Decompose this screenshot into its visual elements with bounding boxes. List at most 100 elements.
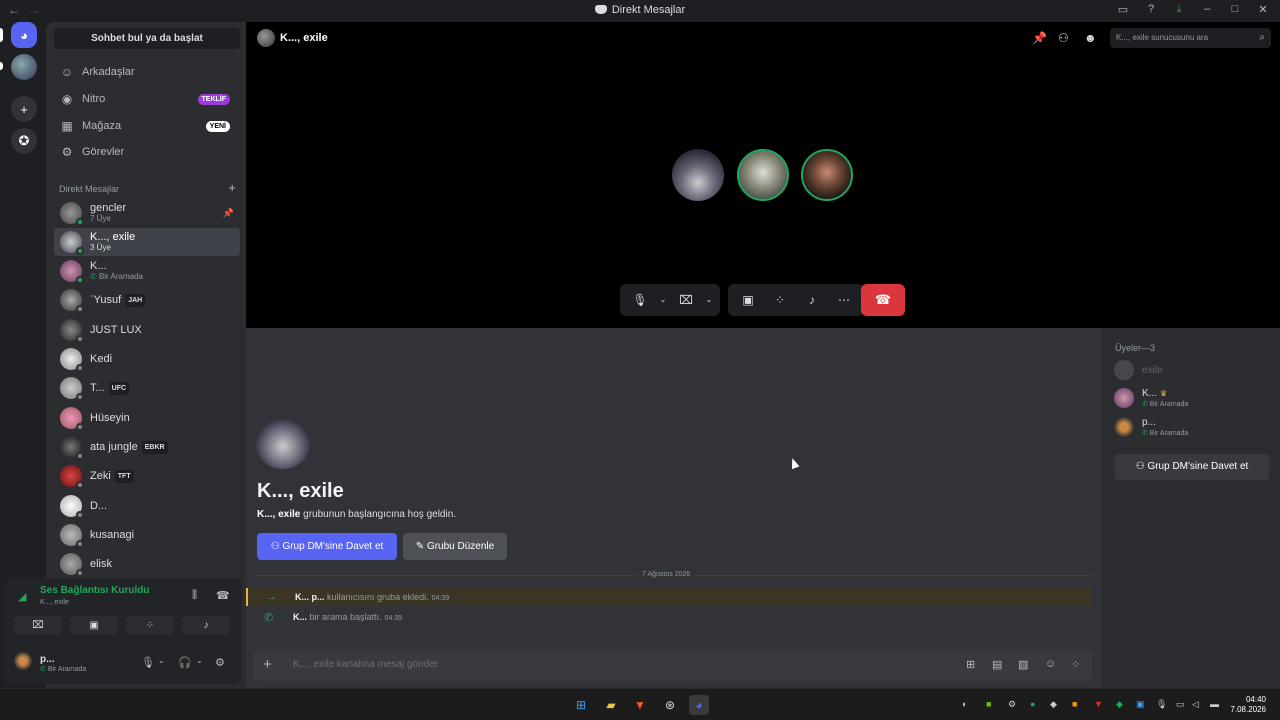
maximize-icon[interactable]: □ [1228, 3, 1242, 16]
inbox-icon[interactable]: ▭ [1116, 3, 1130, 16]
discord-app-icon[interactable]: ◕ [689, 695, 709, 715]
dm-item-ata-jungle[interactable]: ata jungle EBKR [54, 433, 240, 461]
chatgpt-app-icon[interactable]: ⊛ [660, 695, 680, 715]
help-icon[interactable]: ? [1144, 3, 1158, 16]
nav-friends[interactable]: ☺ Arkadaşlar [54, 60, 240, 84]
camera-button[interactable]: ⌧ [14, 616, 62, 635]
emoji-icon[interactable]: ☺ [1045, 658, 1056, 670]
dm-item-zeki[interactable]: Zeki TFT [54, 462, 240, 490]
tray-app-icon[interactable]: ⚙ [1008, 699, 1016, 710]
dm-item-kusanagi[interactable]: kusanagi [54, 521, 240, 549]
nav-shop[interactable]: ▦ Mağaza YENİ [54, 114, 240, 138]
clock[interactable]: 04:40 7.08.2026 [1230, 695, 1266, 715]
nav-nitro[interactable]: ◉ Nitro TEKLİF [54, 87, 240, 111]
download-icon[interactable]: ⤓ [1172, 3, 1186, 16]
screen-share-button[interactable]: ▣ [70, 616, 118, 635]
dm-item-d[interactable]: D... [54, 492, 240, 520]
soundboard-icon[interactable]: ♪ [796, 284, 828, 316]
member-item[interactable]: exile [1112, 356, 1276, 384]
chevron-down-icon[interactable]: ⌄ [656, 284, 670, 316]
nvidia-icon[interactable]: ■ [986, 699, 991, 709]
tray-app-icon[interactable]: ▼ [1094, 699, 1103, 709]
tray-app-icon[interactable]: ● [1030, 699, 1035, 709]
dm-item-elisk[interactable]: elisk [54, 550, 240, 578]
settings-gear-icon[interactable]: ⚙ [215, 656, 225, 669]
microphone-icon[interactable]: 🎙 [624, 284, 656, 316]
tray-app-icon[interactable]: ◐ [962, 699, 967, 709]
pin-icon[interactable]: 📌 [223, 208, 234, 219]
avatar [60, 202, 84, 226]
edit-group-button[interactable]: ✎ Grubu Düzenle [403, 533, 507, 560]
nav-quests[interactable]: ⚙ Görevler [54, 140, 240, 164]
participant-tile[interactable] [672, 149, 724, 201]
headphones-icon[interactable]: 🎧 [178, 656, 192, 669]
participant-tile[interactable] [737, 149, 789, 201]
close-icon[interactable]: ✕ [1256, 3, 1270, 16]
activities-button[interactable]: ⁘ [126, 616, 174, 635]
gift-icon[interactable]: ⊞ [966, 658, 975, 671]
invite-to-group-button[interactable]: ⚇ Grup DM'sine Davet et [1115, 454, 1269, 480]
avatar [60, 553, 84, 577]
create-dm-icon[interactable]: + [228, 180, 236, 195]
tray-app-icon[interactable]: ◆ [1116, 699, 1123, 710]
member-item[interactable]: p... Bir Aramada [1112, 413, 1276, 441]
more-options-icon[interactable]: ⋯ [828, 284, 860, 316]
attach-plus-icon[interactable]: + [263, 656, 272, 673]
unread-pill [0, 62, 3, 70]
dm-item-just-lux[interactable]: JUST LUX [54, 316, 240, 344]
volume-icon[interactable]: ◁ [1192, 699, 1199, 710]
chevron-down-icon[interactable]: ⌄ [158, 656, 165, 665]
message-input[interactable]: K..., exile kanalına mesaj gönder [293, 659, 438, 670]
add-friends-to-dm-icon[interactable]: ⚇ [1058, 31, 1069, 45]
tray-app-icon[interactable]: ▣ [1136, 699, 1145, 710]
network-icon[interactable]: ▭ [1176, 699, 1185, 710]
invite-to-group-button[interactable]: ⚇ Grup DM'sine Davet et [257, 533, 397, 560]
disconnect-icon[interactable]: ☎ [216, 589, 230, 602]
search-icon: ⌕ [1259, 32, 1265, 43]
member-item[interactable]: K...♛ Bir Aramada [1112, 384, 1276, 412]
minimize-icon[interactable]: – [1200, 3, 1214, 16]
gif-icon[interactable]: ▤ [992, 658, 1002, 671]
search-input[interactable]: K..., exile sunucusunu ara ⌕ [1110, 28, 1271, 48]
chevron-down-icon[interactable]: ⌄ [702, 284, 716, 316]
direct-messages-home-button[interactable]: ◕ [11, 22, 37, 48]
dm-item-yusuf[interactable]: ʿYusuf JAH [54, 286, 240, 314]
voice-status[interactable]: Ses Bağlantısı Kuruldu [40, 585, 149, 596]
pinned-messages-icon[interactable]: 📌 [1032, 31, 1047, 45]
file-explorer-icon[interactable]: ▰ [601, 695, 621, 715]
hang-up-button[interactable]: ☎ [861, 284, 905, 316]
message-composer[interactable]: + K..., exile kanalına mesaj gönder ⊞ ▤ … [253, 649, 1092, 681]
sticker-icon[interactable]: ▧ [1018, 658, 1028, 671]
server-icon[interactable] [11, 54, 37, 80]
dm-item-gencler[interactable]: gencler 7 Üye 📌 [54, 199, 240, 227]
avatar [60, 319, 84, 343]
member-list-icon[interactable]: ☻ [1084, 31, 1097, 45]
discover-icon[interactable]: ✪ [11, 128, 37, 154]
noise-suppression-icon[interactable]: ⫼ [192, 589, 197, 602]
dm-item-k[interactable]: K...Bir Aramada [54, 257, 240, 285]
microphone-tray-icon[interactable]: 🎙 [1156, 699, 1167, 710]
brave-browser-icon[interactable]: ▼ [630, 695, 650, 715]
user-avatar[interactable] [14, 652, 32, 670]
microphone-icon[interactable]: 🎙 [141, 656, 155, 669]
participant-tile[interactable] [801, 149, 853, 201]
soundboard-button[interactable]: ♪ [182, 616, 230, 635]
dm-item-huseyin[interactable]: Hüseyin [54, 404, 240, 432]
dm-item-k-exile[interactable]: K..., exile 3 Üye [54, 228, 240, 256]
dm-item-kedi[interactable]: Kedi [54, 345, 240, 373]
tray-app-icon[interactable]: ◆ [1050, 699, 1057, 710]
battery-icon[interactable]: ▬ [1210, 699, 1219, 709]
dm-item-t[interactable]: T... UFC [54, 374, 240, 402]
add-server-icon[interactable]: + [11, 96, 37, 122]
start-menu-icon[interactable]: ⊞ [571, 695, 591, 715]
activities-icon[interactable]: ⁘ [764, 284, 796, 316]
tray-app-icon[interactable]: ■ [1072, 699, 1077, 709]
apps-icon[interactable]: ⁘ [1071, 658, 1080, 671]
find-conversation-button[interactable]: Sohbet bul ya da başlat [54, 28, 240, 49]
screen-share-icon[interactable]: ▣ [732, 284, 764, 316]
member-list: Üyeler—3 exile K...♛ Bir Aramada p... Bi… [1102, 328, 1280, 688]
camera-off-icon[interactable]: ⌧ [670, 284, 702, 316]
signal-icon[interactable]: ◢ [18, 590, 26, 603]
voice-channel-link[interactable]: K..., exile [40, 599, 69, 606]
chevron-down-icon[interactable]: ⌄ [196, 656, 203, 665]
